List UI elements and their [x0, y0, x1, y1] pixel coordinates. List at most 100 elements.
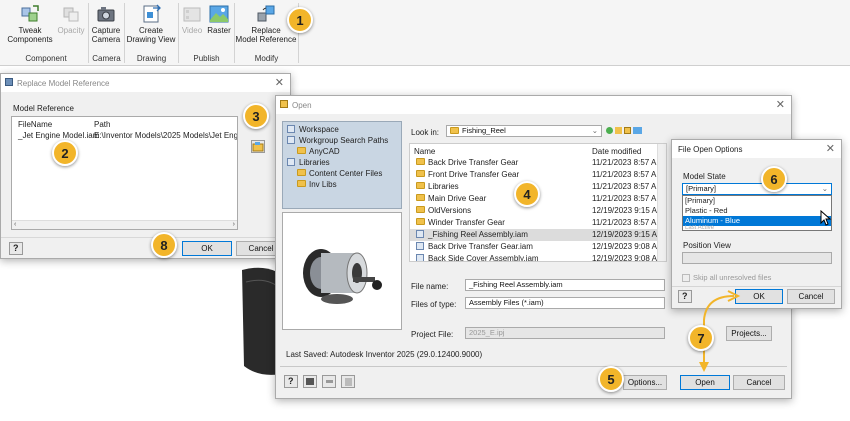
nav-workgroup-search-paths[interactable]: Workgroup Search Paths	[287, 135, 388, 145]
last-saved-text: Last Saved: Autodesk Inventor 2025 (29.0…	[286, 350, 483, 359]
replace-model-reference-label: Replace Model Reference	[235, 26, 297, 44]
view-menu-icon[interactable]	[633, 127, 642, 134]
folder-icon	[416, 194, 425, 202]
file-name: _Fishing Reel Assembly.iam	[416, 229, 528, 241]
open-dialog-titlebar: Open ✕	[276, 96, 791, 114]
options-button[interactable]: Options...	[623, 375, 667, 390]
preview-pane	[282, 212, 402, 330]
folder-icon	[416, 170, 425, 178]
file-row[interactable]: OldVersions 12/19/2023 9:15 AM	[410, 205, 664, 217]
nav-content-center-files[interactable]: Content Center Files	[297, 169, 382, 178]
step-badge-8: 8	[151, 232, 177, 258]
folder-icon	[416, 158, 425, 166]
raster-button[interactable]: Raster	[205, 4, 233, 35]
scroll-left-icon[interactable]: ‹	[14, 221, 16, 228]
group-drawing: Drawing	[136, 54, 167, 63]
step-badge-7: 7	[688, 325, 714, 351]
file-row[interactable]: Back Drive Transfer Gear 11/21/2023 8:57 …	[410, 157, 663, 169]
opacity-icon	[60, 4, 82, 24]
col-path: Path	[94, 120, 111, 129]
nav-workspace[interactable]: Workspace	[287, 124, 339, 134]
skip-unresolved-checkbox[interactable]	[682, 274, 690, 282]
properties-button[interactable]	[341, 375, 355, 388]
app-icon	[5, 78, 13, 86]
file-date: 11/21/2023 8:57 AM	[592, 170, 664, 179]
step-badge-1: 1	[287, 7, 313, 33]
horizontal-scrollbar[interactable]: ‹ ›	[12, 220, 237, 229]
file-rows: Back Drive Transfer Gear 11/21/2023 8:57 …	[410, 157, 664, 261]
col-date-modified[interactable]: Date modified	[592, 147, 641, 156]
new-folder-icon[interactable]	[624, 127, 631, 134]
file-list: Name Date modified Back Drive Transfer G…	[409, 143, 667, 262]
close-icon[interactable]: ✕	[776, 98, 785, 111]
replace-model-reference-icon	[255, 4, 277, 24]
file-open-options-dialog: File Open Options ✕ Model State [Primary…	[671, 139, 842, 309]
options-title: File Open Options	[678, 145, 743, 154]
video-button[interactable]: Video	[179, 4, 205, 35]
close-icon[interactable]: ✕	[826, 142, 835, 155]
tweak-components-button[interactable]: Tweak Components	[4, 4, 56, 44]
nav-libraries[interactable]: Libraries	[287, 157, 330, 167]
option-primary[interactable]: [Primary]	[683, 196, 831, 206]
opacity-label: Opacity	[57, 26, 85, 35]
group-publish: Publish	[193, 54, 220, 63]
up-folder-icon[interactable]	[615, 127, 622, 134]
file-name: Main Drive Gear	[416, 193, 486, 205]
file-date: 11/21/2023 8:57 AM	[592, 182, 664, 191]
options-cancel-button[interactable]: Cancel	[787, 289, 835, 304]
option-last-active: Last Active	[685, 225, 715, 231]
vertical-scrollbar[interactable]	[657, 144, 666, 261]
table-row[interactable]: _Jet Engine Model.iam E:\Inventor Models…	[12, 130, 237, 141]
chevron-down-icon: ⌄	[591, 126, 598, 135]
group-modify: Modify	[254, 54, 279, 63]
row-path: E:\Inventor Models\2025 Models\Jet Engin…	[94, 131, 237, 140]
find-button[interactable]	[303, 375, 317, 388]
folder-icon	[297, 169, 306, 177]
chevron-down-icon: ⌄	[821, 184, 828, 193]
model-state-select[interactable]: [Primary] ⌄	[682, 183, 832, 195]
binoculars-icon	[306, 378, 314, 385]
workgroup-icon	[287, 135, 295, 144]
position-view-select	[682, 252, 832, 264]
back-icon[interactable]	[606, 127, 613, 134]
file-date: 11/21/2023 8:57 AM	[592, 194, 664, 203]
opacity-button[interactable]: Opacity	[56, 4, 86, 35]
help-button[interactable]: ?	[9, 242, 23, 255]
folder-icon	[297, 147, 306, 155]
help-icon: ?	[13, 243, 19, 253]
file-row[interactable]: Back Drive Transfer Gear.iam 12/19/2023 9…	[410, 241, 664, 253]
group-camera: Camera	[92, 54, 121, 63]
file-date: 12/19/2023 9:08 AM	[592, 254, 664, 262]
file-row[interactable]: Back Side Cover Assembly.iam 12/19/2023 9…	[410, 253, 664, 261]
row-filename: _Jet Engine Model.iam	[18, 131, 100, 140]
file-date: 11/21/2023 8:57 AM	[592, 218, 664, 227]
look-in-select[interactable]: Fishing_Reel ⌄	[446, 125, 602, 137]
replace-dialog-titlebar: Replace Model Reference ✕	[1, 74, 290, 92]
model-state-dropdown: [Primary] Plastic - Red Aluminum - Blue …	[682, 195, 832, 231]
link-button[interactable]	[322, 375, 336, 388]
file-row[interactable]: _Fishing Reel Assembly.iam 12/19/2023 9:1…	[410, 229, 664, 241]
link-icon	[326, 380, 333, 383]
replace-ok-button[interactable]: OK	[182, 241, 232, 256]
model-reference-table: FileName Path _Jet Engine Model.iam E:\I…	[11, 116, 238, 230]
look-in-label: Look in:	[411, 128, 440, 137]
folder-icon	[297, 180, 306, 188]
help-button[interactable]: ?	[284, 375, 298, 388]
file-row[interactable]: Winder Transfer Gear 11/21/2023 8:57 AM	[410, 217, 663, 229]
nav-inv-libs[interactable]: Inv Libs	[297, 180, 337, 189]
col-name[interactable]: Name	[414, 147, 435, 156]
files-of-type-select[interactable]: Assembly Files (*.iam)	[465, 297, 665, 309]
help-icon: ?	[288, 376, 294, 386]
create-drawing-view-button[interactable]: Create Drawing View	[125, 4, 177, 44]
open-dialog-title: Open	[292, 101, 312, 110]
option-plastic-red[interactable]: Plastic - Red	[683, 206, 831, 216]
scroll-right-icon[interactable]: ›	[233, 221, 235, 228]
file-name-input[interactable]: _Fishing Reel Assembly.iam	[465, 279, 665, 291]
close-icon[interactable]: ✕	[275, 76, 284, 89]
browse-button[interactable]	[251, 140, 265, 153]
file-row[interactable]: Front Drive Transfer Gear 11/21/2023 8:57…	[410, 169, 663, 181]
folder-icon	[416, 218, 425, 226]
nav-anycad[interactable]: AnyCAD	[297, 147, 340, 156]
assembly-file-icon	[416, 229, 424, 238]
capture-camera-button[interactable]: Capture Camera	[89, 4, 123, 44]
